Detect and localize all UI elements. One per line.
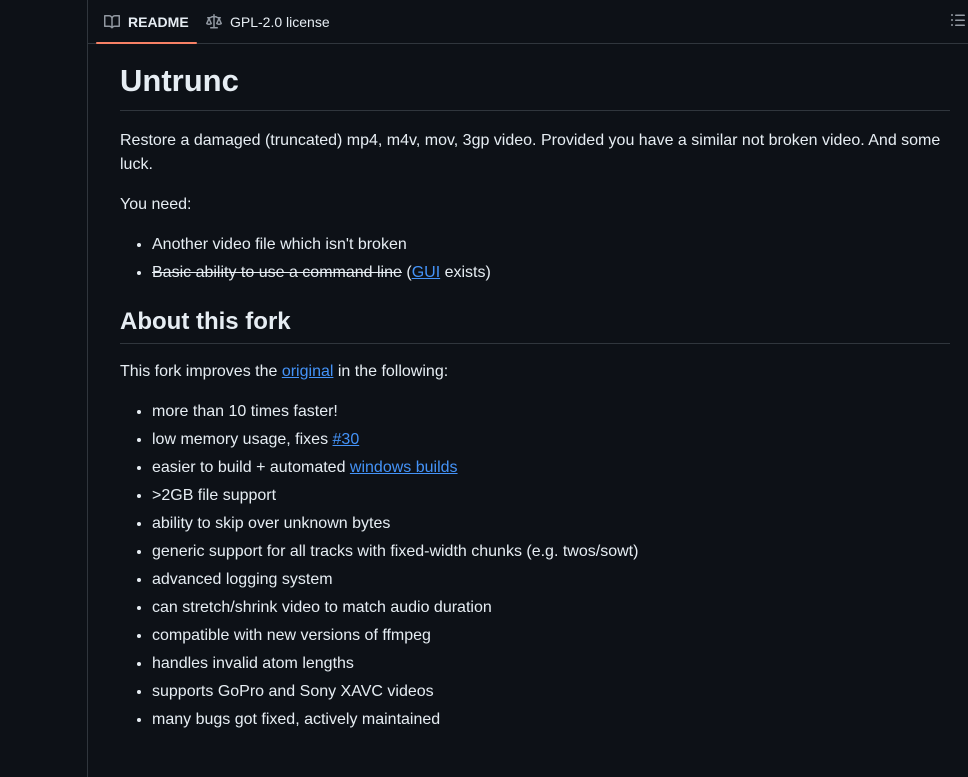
list-item: handles invalid atom lengths [152,652,950,676]
list-item-text: many bugs got fixed, actively maintained [152,710,441,728]
list-item: more than 10 times faster! [152,400,950,424]
windows-builds-link[interactable]: windows builds [350,459,458,476]
fork-heading: About this fork [120,307,950,344]
paren-open: ( [401,263,412,281]
fork-intro-pre: This fork improves the [120,362,282,380]
list-item: generic support for all tracks with fixe… [152,540,950,564]
list-item: Basic ability to use a command line (GUI… [152,261,950,285]
you-need-text: You need: [120,195,192,213]
list-item: low memory usage, fixes #30 [152,428,950,452]
list-item: easier to build + automated windows buil… [152,456,950,480]
struck-text: Basic ability to use a command line [152,263,402,281]
exists-text: exists) [440,263,491,281]
list-item-text: more than 10 times faster! [152,402,338,420]
list-item-text: supports GoPro and Sony XAVC videos [152,682,434,700]
readme-content: Untrunc Restore a damaged (truncated) mp… [120,62,950,732]
list-item-text: easier to build + automated [152,458,350,476]
law-scale-icon [206,13,222,30]
list-item-text: advanced logging system [152,570,333,588]
list-item: many bugs got fixed, actively maintained [152,708,950,732]
readme-title: Untrunc [120,62,950,111]
list-item-text: >2GB file support [152,486,277,504]
list-item-text: compatible with new versions of ffmpeg [152,626,431,644]
list-item: >2GB file support [152,484,950,508]
list-item-text: low memory usage, fixes [152,430,333,448]
issue-30-link[interactable]: #30 [333,431,360,448]
list-item-text: generic support for all tracks with fixe… [152,542,639,560]
list-outline-icon[interactable] [950,12,966,28]
list-item-text: can stretch/shrink video to match audio … [152,598,492,616]
list-item: advanced logging system [152,568,950,592]
requirements-list: Another video file which isn't broken Ba… [120,233,950,285]
fork-intro-paragraph: This fork improves the original in the f… [120,360,950,384]
readme-tabbar: README GPL-2.0 license [88,0,968,44]
book-icon [104,14,120,30]
readme-panel: README GPL-2.0 license Untrunc Restore a… [88,0,968,777]
tab-license-label: GPL-2.0 license [230,13,330,30]
features-list: more than 10 times faster! low memory us… [120,400,950,732]
list-item-text: handles invalid atom lengths [152,654,354,672]
tab-readme-label: README [128,13,189,30]
gui-link[interactable]: GUI [412,264,440,281]
tab-readme[interactable]: README [96,0,197,44]
list-item: can stretch/shrink video to match audio … [152,596,950,620]
left-gutter [0,0,88,777]
list-item: compatible with new versions of ffmpeg [152,624,950,648]
list-item-text: ability to skip over unknown bytes [152,514,391,532]
intro-paragraph: Restore a damaged (truncated) mp4, m4v, … [120,131,941,173]
list-item-text: Another video file which isn't broken [152,235,407,253]
list-item: ability to skip over unknown bytes [152,512,950,536]
tab-license[interactable]: GPL-2.0 license [198,0,338,43]
list-item: supports GoPro and Sony XAVC videos [152,680,950,704]
original-link[interactable]: original [282,363,334,380]
list-item: Another video file which isn't broken [152,233,950,257]
fork-intro-post: in the following: [333,362,449,380]
